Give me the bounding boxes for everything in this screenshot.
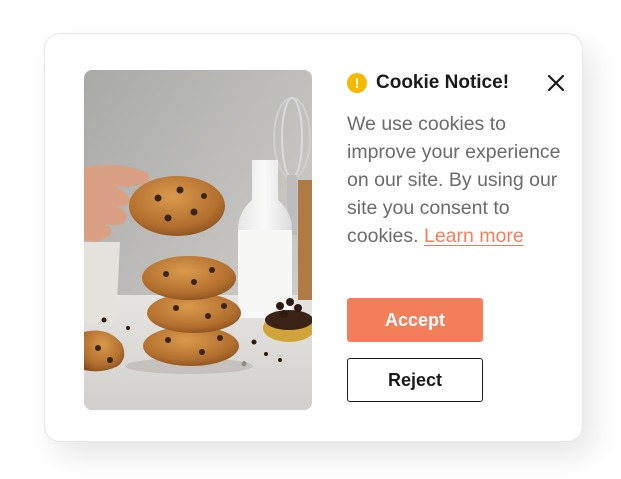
- accept-button[interactable]: Accept: [347, 298, 483, 342]
- cookie-notice-dialog: ! Cookie Notice! We use cookies to impro…: [44, 33, 583, 442]
- exclamation-circle-icon: !: [347, 73, 367, 93]
- learn-more-link[interactable]: Learn more: [424, 225, 524, 247]
- close-icon[interactable]: [546, 73, 566, 93]
- reject-button[interactable]: Reject: [347, 358, 483, 402]
- notice-header: ! Cookie Notice!: [347, 70, 567, 96]
- notice-title: Cookie Notice!: [376, 72, 510, 93]
- cookies-photo: [84, 70, 312, 410]
- notice-message-block: We use cookies to improve your experienc…: [347, 110, 577, 250]
